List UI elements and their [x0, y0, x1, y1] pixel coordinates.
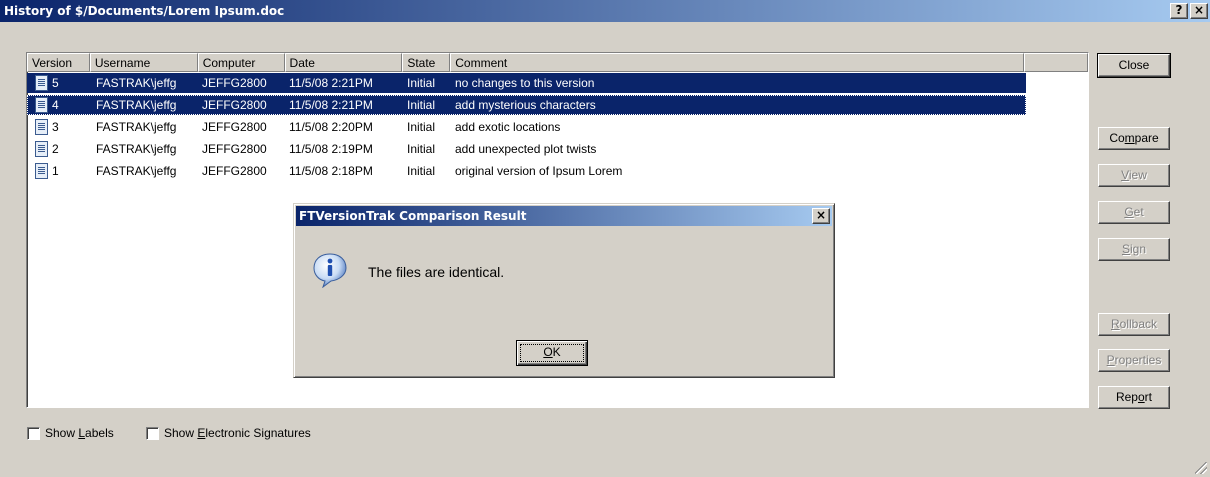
comment-cell: add exotic locations	[455, 120, 561, 134]
username-cell: FASTRAK\jeffg	[96, 120, 177, 134]
show-signatures-label: Show Electronic Signatures	[164, 426, 311, 440]
username-cell: FASTRAK\jeffg	[96, 142, 177, 156]
report-button[interactable]: Report	[1098, 386, 1170, 409]
version-cell: 2	[27, 141, 90, 157]
properties-button[interactable]: Properties	[1098, 349, 1170, 372]
checkbox-box[interactable]	[146, 426, 159, 440]
compare-button[interactable]: Compare	[1098, 127, 1170, 150]
show-labels-label: Show Labels	[45, 426, 114, 440]
comparison-result-dialog: FTVersionTrak Comparison Result × The fi…	[293, 203, 835, 378]
column-header-filler	[1024, 53, 1088, 72]
computer-cell: JEFFG2800	[202, 120, 267, 134]
column-header-version[interactable]: Version	[27, 53, 90, 72]
version-number: 3	[52, 120, 59, 134]
document-icon	[35, 119, 48, 135]
state-cell: Initial	[407, 76, 436, 90]
ok-button[interactable]: OK	[516, 340, 588, 366]
state-cell: Initial	[407, 164, 436, 178]
dialog-title-bar: FTVersionTrak Comparison Result ×	[296, 206, 832, 226]
username-cell: FASTRAK\jeffg	[96, 164, 177, 178]
document-icon	[35, 163, 48, 179]
history-window: History of $/Documents/Lorem Ipsum.doc ?…	[0, 0, 1210, 477]
show-labels-checkbox[interactable]: Show Labels	[27, 426, 114, 440]
column-header-username[interactable]: Username	[89, 53, 198, 72]
version-cell: 1	[27, 163, 90, 179]
document-icon	[35, 97, 48, 113]
comment-cell: add unexpected plot twists	[455, 142, 597, 156]
column-header-comment[interactable]: Comment	[450, 53, 1025, 72]
comment-cell: no changes to this version	[455, 76, 595, 90]
column-header-state[interactable]: State	[402, 53, 451, 72]
dialog-message: The files are identical.	[368, 264, 505, 280]
info-icon	[313, 253, 347, 288]
version-cell: 4	[27, 97, 90, 113]
document-icon	[35, 141, 48, 157]
title-bar: History of $/Documents/Lorem Ipsum.doc ?…	[0, 0, 1210, 22]
column-header-computer[interactable]: Computer	[197, 53, 285, 72]
help-button[interactable]: ?	[1170, 3, 1188, 19]
dialog-title: FTVersionTrak Comparison Result	[299, 209, 527, 223]
table-row[interactable]: 1 FASTRAK\jeffg JEFFG2800 11/5/08 2:18PM…	[27, 160, 1088, 182]
version-cell: 5	[27, 75, 90, 91]
window-title: History of $/Documents/Lorem Ipsum.doc	[4, 4, 285, 18]
username-cell: FASTRAK\jeffg	[96, 76, 177, 90]
list-header: Version Username Computer Date State Com…	[27, 53, 1088, 72]
computer-cell: JEFFG2800	[202, 98, 267, 112]
version-number: 2	[52, 142, 59, 156]
table-row[interactable]: 5 FASTRAK\jeffg JEFFG2800 11/5/08 2:21PM…	[27, 72, 1026, 94]
comment-cell: original version of Ipsum Lorem	[455, 164, 623, 178]
date-cell: 11/5/08 2:21PM	[289, 76, 373, 90]
computer-cell: JEFFG2800	[202, 164, 267, 178]
dialog-close-button[interactable]: ×	[812, 208, 830, 224]
date-cell: 11/5/08 2:20PM	[289, 120, 373, 134]
table-row[interactable]: 4 FASTRAK\jeffg JEFFG2800 11/5/08 2:21PM…	[27, 94, 1026, 116]
computer-cell: JEFFG2800	[202, 76, 267, 90]
column-header-date[interactable]: Date	[284, 53, 403, 72]
state-cell: Initial	[407, 142, 436, 156]
date-cell: 11/5/08 2:21PM	[289, 98, 373, 112]
state-cell: Initial	[407, 98, 436, 112]
table-row[interactable]: 3 FASTRAK\jeffg JEFFG2800 11/5/08 2:20PM…	[27, 116, 1088, 138]
checkbox-box[interactable]	[27, 426, 40, 440]
close-button[interactable]: Close	[1097, 53, 1171, 78]
version-number: 4	[52, 98, 59, 112]
version-cell: 3	[27, 119, 90, 135]
resize-grip-icon[interactable]	[1195, 462, 1207, 474]
rollback-button[interactable]: Rollback	[1098, 313, 1170, 336]
date-cell: 11/5/08 2:18PM	[289, 164, 373, 178]
get-button[interactable]: Get	[1098, 201, 1170, 224]
date-cell: 11/5/08 2:19PM	[289, 142, 373, 156]
version-number: 1	[52, 164, 59, 178]
sign-button[interactable]: Sign	[1098, 238, 1170, 261]
version-number: 5	[52, 76, 59, 90]
window-close-button[interactable]: ×	[1190, 3, 1208, 19]
document-icon	[35, 75, 48, 91]
computer-cell: JEFFG2800	[202, 142, 267, 156]
username-cell: FASTRAK\jeffg	[96, 98, 177, 112]
view-button[interactable]: View	[1098, 164, 1170, 187]
table-row[interactable]: 2 FASTRAK\jeffg JEFFG2800 11/5/08 2:19PM…	[27, 138, 1088, 160]
state-cell: Initial	[407, 120, 436, 134]
show-signatures-checkbox[interactable]: Show Electronic Signatures	[146, 426, 311, 440]
comment-cell: add mysterious characters	[455, 98, 596, 112]
